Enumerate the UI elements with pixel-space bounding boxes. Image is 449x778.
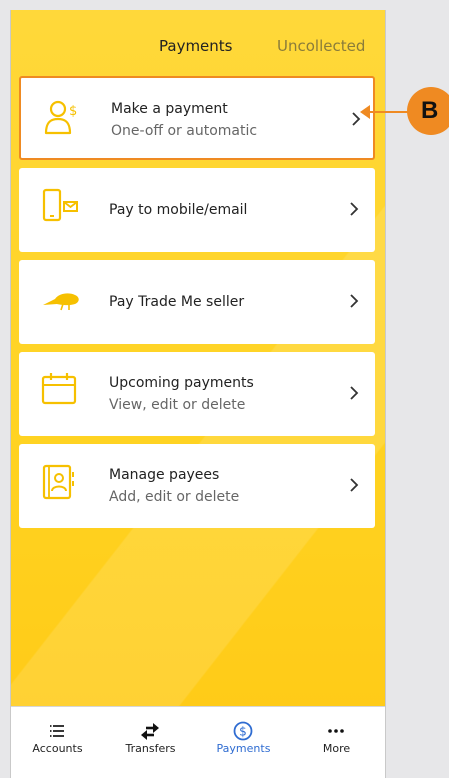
contacts-book-icon [42,464,74,500]
nav-accounts[interactable]: Accounts [11,707,104,778]
nav-transfers-label: Transfers [125,742,176,755]
make-payment-card[interactable]: $ Make a payment One-off or automatic [19,76,375,160]
top-tabs: Payments Uncollected [11,10,385,80]
chevron-right-icon [350,202,359,216]
upcoming-payments-card[interactable]: Upcoming payments View, edit or delete [19,352,375,436]
tab-uncollected[interactable]: Uncollected [277,36,365,56]
person-dollar-icon: $ [44,100,77,135]
more-dots-icon [328,729,344,733]
page: Payments Uncollected $ Make a payment On… [0,0,449,778]
nav-accounts-label: Accounts [32,742,83,755]
callout-line [365,111,409,113]
list-icon [50,725,64,737]
upcoming-payments-subtitle: View, edit or delete [109,397,246,413]
bottom-nav: Accounts Transfers $ Payments More [11,706,385,778]
make-payment-subtitle: One-off or automatic [111,123,258,139]
pay-mobile-email-card[interactable]: Pay to mobile/email [19,168,375,252]
callout-badge: B [407,87,449,135]
nav-payments[interactable]: $ Payments [197,707,290,778]
nav-payments-label: Payments [216,742,271,755]
callout-badge-label: B [421,97,439,124]
dollar-circle-icon: $ [233,721,253,741]
transfer-arrows-icon [141,723,159,740]
chevron-right-icon [350,386,359,400]
nav-transfers[interactable]: Transfers [104,707,197,778]
pay-mobile-email-title: Pay to mobile/email [109,202,248,218]
manage-payees-card[interactable]: Manage payees Add, edit or delete [19,444,375,528]
upcoming-payments-title: Upcoming payments [109,375,254,391]
chevron-right-icon [350,478,359,492]
svg-text:$: $ [239,725,247,739]
kiwi-bird-icon [43,293,79,311]
chevron-right-icon [350,294,359,308]
calendar-icon [41,373,77,405]
callout-arrow-icon [360,105,370,119]
nav-more[interactable]: More [290,707,383,778]
manage-payees-subtitle: Add, edit or delete [109,489,240,505]
nav-more-label: More [322,742,351,755]
manage-payees-title: Manage payees [109,467,220,483]
svg-text:$: $ [69,104,77,119]
pay-trade-me-card[interactable]: Pay Trade Me seller [19,260,375,344]
phone-screen: Payments Uncollected $ Make a payment On… [10,10,386,778]
pay-trade-me-title: Pay Trade Me seller [109,294,245,310]
make-payment-title: Make a payment [111,101,228,117]
phone-email-icon [42,188,78,222]
tab-payments[interactable]: Payments [159,36,232,56]
